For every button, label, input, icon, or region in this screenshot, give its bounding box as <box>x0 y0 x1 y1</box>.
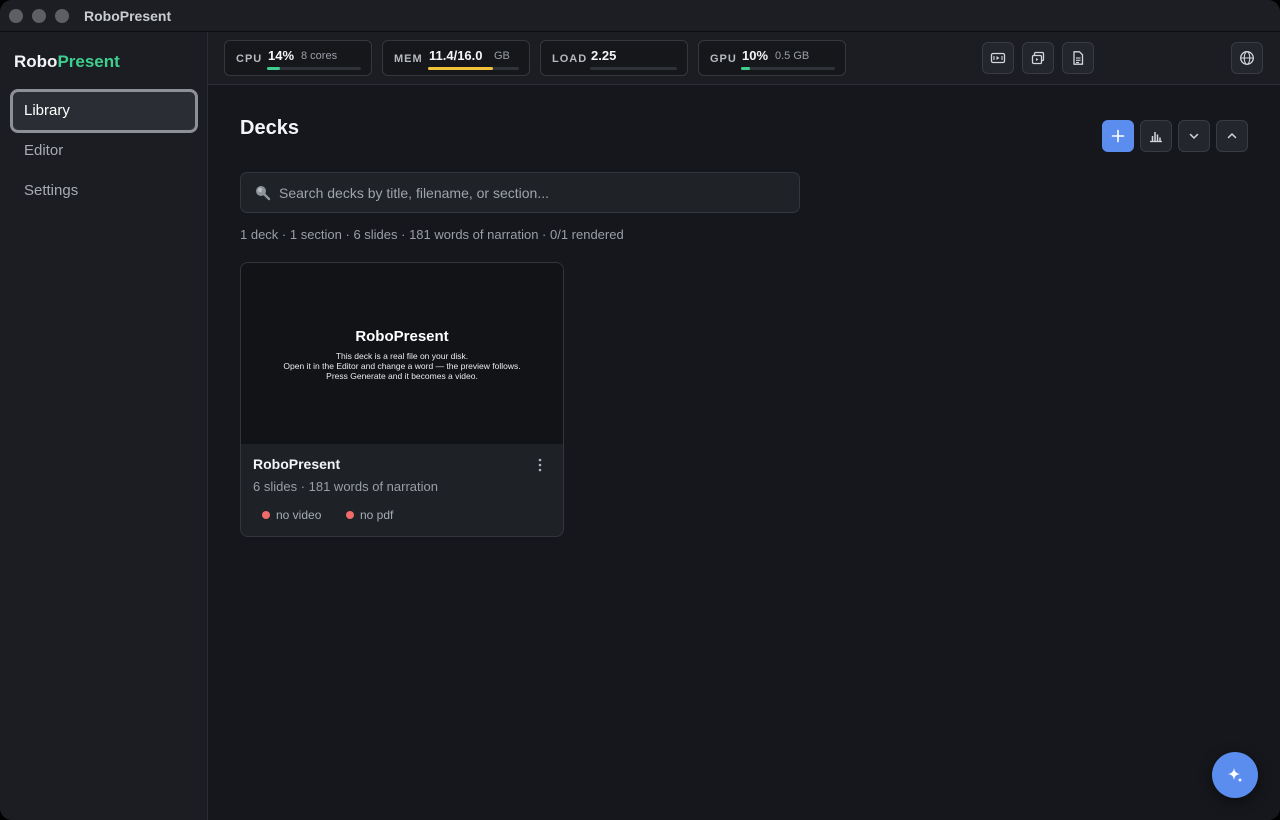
copy-button[interactable] <box>1022 42 1054 74</box>
chevron-up-icon <box>1227 133 1237 139</box>
cpu-metric: CPU 14% 8 cores <box>224 40 372 76</box>
deck-menu-button[interactable] <box>531 455 549 475</box>
video-button[interactable] <box>982 42 1014 74</box>
brand-part-1: Robo <box>14 52 58 71</box>
sidebar-item-label: Settings <box>24 182 79 199</box>
ai-assistant-button[interactable] <box>1212 752 1258 798</box>
mem-value: 11.4/16.0 <box>429 48 483 63</box>
gpu-value: 10% <box>742 48 769 63</box>
close-window-button[interactable] <box>9 9 23 23</box>
cpu-sub: 8 cores <box>301 50 338 62</box>
sidebar-item-label: Editor <box>24 142 64 159</box>
mem-metric: MEM 11.4/16.0 GB <box>382 40 530 76</box>
status-badge-pdf: no pdf <box>346 508 393 522</box>
load-value: 2.25 <box>591 48 617 63</box>
deck-preview-thumbnail[interactable]: RoboPresent This deck is a real file on … <box>241 263 563 444</box>
preview-line: Press Generate and it becomes a video. <box>326 371 478 381</box>
brand-part-2: Present <box>57 52 120 71</box>
load-metric: LOAD 2.25 <box>540 40 688 76</box>
badge-label: no pdf <box>360 508 394 522</box>
status-dot-icon <box>262 511 270 519</box>
gpu-sub: 0.5 GB <box>775 50 810 62</box>
search-input[interactable] <box>279 173 789 212</box>
cpu-bar <box>267 67 361 70</box>
library-summary: 1 deck · 1 section · 6 slides · 181 word… <box>240 227 624 242</box>
search-icon <box>256 186 271 201</box>
gpu-bar <box>741 67 835 70</box>
badge-label: no video <box>276 508 322 522</box>
load-bar <box>590 67 677 70</box>
window-title: RoboPresent <box>84 8 172 24</box>
sparkle-icon <box>1228 768 1243 783</box>
expand-all-button[interactable] <box>1178 120 1210 152</box>
new-deck-button[interactable] <box>1102 120 1134 152</box>
system-metrics-bar: CPU 14% 8 cores MEM 11.4/16.0 GB LOAD 2.… <box>208 32 1280 85</box>
preview-line: This deck is a real file on your disk. <box>335 351 469 361</box>
sidebar-item-library[interactable]: Library <box>10 89 198 133</box>
video-icon <box>990 52 1006 64</box>
mem-sub: GB <box>494 50 510 62</box>
title-bar: RoboPresent <box>0 0 1280 32</box>
document-icon <box>1073 51 1084 65</box>
cpu-bar-fill <box>267 67 281 70</box>
main-content: Decks Search decks by title, filename, o… <box>208 85 1280 820</box>
deck-card[interactable]: RoboPresent This deck is a real file on … <box>240 262 564 537</box>
mem-label: MEM <box>394 53 423 65</box>
cpu-value: 14% <box>268 48 295 63</box>
plus-icon <box>1111 129 1125 143</box>
gpu-bar-fill <box>741 67 751 70</box>
mem-bar-fill <box>428 67 493 70</box>
language-button[interactable] <box>1231 42 1263 74</box>
copy-icon <box>1031 51 1045 65</box>
sidebar: RoboPresent Library Editor Settings <box>0 32 208 820</box>
search-box <box>240 172 800 213</box>
app-window: RoboPresent RoboPresent Library Editor S… <box>0 0 1280 820</box>
bar-chart-icon <box>1150 132 1162 143</box>
deck-meta: 6 slides · 181 words of narration <box>253 479 438 494</box>
sidebar-item-settings[interactable]: Settings <box>10 169 198 213</box>
chevron-down-icon <box>1189 133 1199 139</box>
preview-title: RoboPresent <box>355 328 449 345</box>
sidebar-item-editor[interactable]: Editor <box>10 129 198 173</box>
stats-button[interactable] <box>1140 120 1172 152</box>
brand-logo: RoboPresent <box>14 52 120 72</box>
sidebar-item-label: Library <box>24 102 70 119</box>
document-button[interactable] <box>1062 42 1094 74</box>
gpu-metric: GPU 10% 0.5 GB <box>698 40 846 76</box>
collapse-all-button[interactable] <box>1216 120 1248 152</box>
page-title: Decks <box>240 117 299 139</box>
preview-line: Open it in the Editor and change a word … <box>283 361 521 371</box>
globe-icon <box>1240 51 1254 65</box>
more-vertical-icon <box>538 458 542 472</box>
deck-title: RoboPresent <box>253 456 341 472</box>
zoom-window-button[interactable] <box>55 9 69 23</box>
gpu-label: GPU <box>710 53 737 65</box>
status-dot-icon <box>346 511 354 519</box>
mem-bar <box>428 67 519 70</box>
load-label: LOAD <box>552 53 588 65</box>
minimize-window-button[interactable] <box>32 9 46 23</box>
status-badge-video: no video <box>262 508 321 522</box>
cpu-label: CPU <box>236 53 263 65</box>
